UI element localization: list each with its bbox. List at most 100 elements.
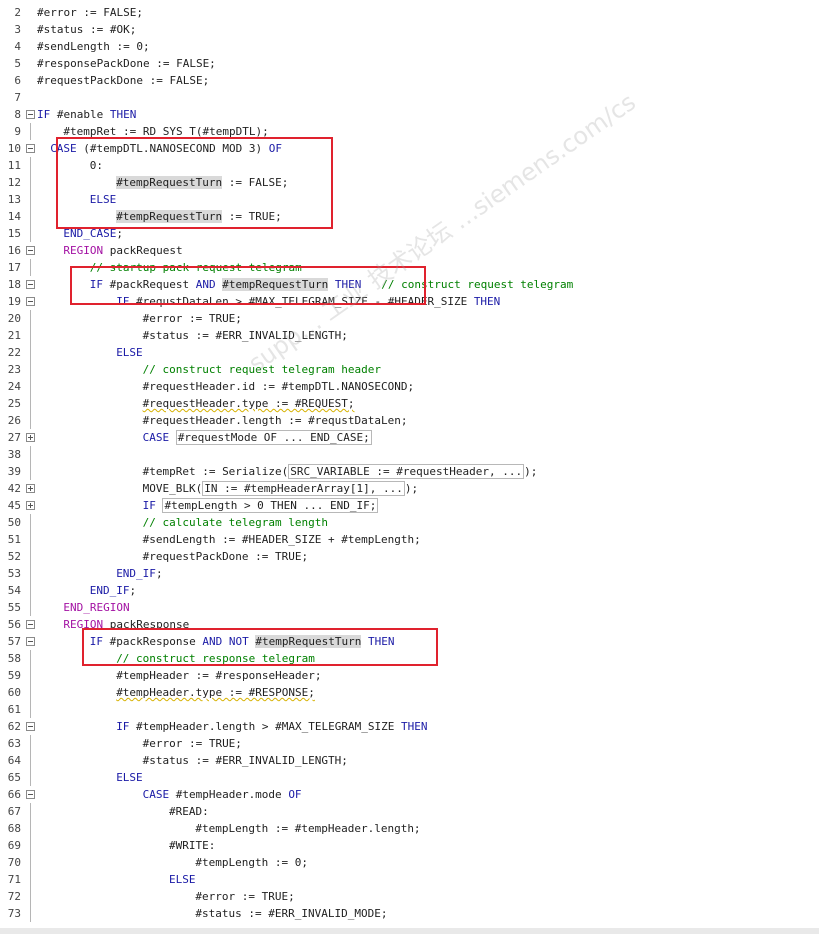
code-text[interactable]: #READ:: [169, 803, 209, 820]
code-text[interactable]: #tempRequestTurn := FALSE;: [116, 174, 288, 191]
code-text[interactable]: #requestPackDone := TRUE;: [143, 548, 309, 565]
code-text[interactable]: #requestHeader.id := #tempDTL.NANOSECOND…: [143, 378, 415, 395]
code-line[interactable]: 64 #status := #ERR_INVALID_LENGTH;: [0, 752, 819, 769]
code-line[interactable]: 68 #tempLength := #tempHeader.length;: [0, 820, 819, 837]
horizontal-scrollbar[interactable]: [0, 928, 819, 934]
code-text[interactable]: #requestHeader.type := #REQUEST;: [143, 395, 355, 412]
code-line[interactable]: 22 ELSE: [0, 344, 819, 361]
code-line[interactable]: 19 IF #requstDataLen > #MAX_TELEGRAM_SIZE…: [0, 293, 819, 310]
code-text[interactable]: CASE (#tempDTL.NANOSECOND MOD 3) OF: [50, 140, 282, 157]
code-line[interactable]: 11 0:: [0, 157, 819, 174]
code-line[interactable]: 57 IF #packResponse AND NOT #tempRequestT…: [0, 633, 819, 650]
code-line[interactable]: 4 #sendLength := 0;: [0, 38, 819, 55]
code-editor[interactable]: 2 #error := FALSE; 3 #status := #OK; 4 #sendL…: [0, 4, 819, 922]
code-line[interactable]: 2 #error := FALSE;: [0, 4, 819, 21]
code-line[interactable]: 25 #requestHeader.type := #REQUEST;: [0, 395, 819, 412]
code-line[interactable]: 60 #tempHeader.type := #RESPONSE;: [0, 684, 819, 701]
code-line[interactable]: 69 #WRITE:: [0, 837, 819, 854]
collapse-fold-icon[interactable]: [26, 790, 35, 799]
code-text[interactable]: END_CASE;: [63, 225, 123, 242]
code-line[interactable]: 10 CASE (#tempDTL.NANOSECOND MOD 3) OF: [0, 140, 819, 157]
code-text[interactable]: ELSE: [116, 769, 143, 786]
collapse-fold-icon[interactable]: [26, 280, 35, 289]
code-line[interactable]: 15 END_CASE;: [0, 225, 819, 242]
code-line[interactable]: 3 #status := #OK;: [0, 21, 819, 38]
code-text[interactable]: #sendLength := 0;: [37, 38, 150, 55]
code-text[interactable]: #requestHeader.length := #requstDataLen;: [143, 412, 408, 429]
collapsed-block[interactable]: #requestMode OF ... END_CASE;: [175, 430, 372, 445]
code-text[interactable]: CASE #requestMode OF ... END_CASE;: [143, 429, 372, 446]
code-line[interactable]: 58 // construct response telegram: [0, 650, 819, 667]
code-text[interactable]: #responsePackDone := FALSE;: [37, 55, 216, 72]
code-text[interactable]: REGION packResponse: [63, 616, 189, 633]
code-line[interactable]: 17 // startup pack request telegram: [0, 259, 819, 276]
code-line[interactable]: 14 #tempRequestTurn := TRUE;: [0, 208, 819, 225]
collapsed-block[interactable]: IN := #tempHeaderArray[1], ...: [202, 481, 405, 496]
code-text[interactable]: IF #enable THEN: [37, 106, 136, 123]
code-text[interactable]: // calculate telegram length: [143, 514, 328, 531]
code-text[interactable]: #status := #ERR_INVALID_MODE;: [195, 905, 387, 922]
code-line[interactable]: 53 END_IF;: [0, 565, 819, 582]
expand-fold-icon[interactable]: [26, 501, 35, 510]
code-line[interactable]: 8 IF #enable THEN: [0, 106, 819, 123]
code-text[interactable]: END_REGION: [63, 599, 129, 616]
code-line[interactable]: 61: [0, 701, 819, 718]
code-line[interactable]: 59 #tempHeader := #responseHeader;: [0, 667, 819, 684]
code-text[interactable]: #error := TRUE;: [143, 735, 242, 752]
code-text[interactable]: #tempRet := RD_SYS_T(#tempDTL);: [63, 123, 268, 140]
collapse-fold-icon[interactable]: [26, 722, 35, 731]
code-text[interactable]: IF #packRequest AND #tempRequestTurn THE…: [90, 276, 573, 293]
code-text[interactable]: IF #requstDataLen > #MAX_TELEGRAM_SIZE -…: [116, 293, 500, 310]
code-line[interactable]: 70 #tempLength := 0;: [0, 854, 819, 871]
code-text[interactable]: #sendLength := #HEADER_SIZE + #tempLengt…: [143, 531, 421, 548]
code-text[interactable]: #tempLength := 0;: [195, 854, 308, 871]
code-line[interactable]: 39 #tempRet := Serialize(SRC_VARIABLE := …: [0, 463, 819, 480]
code-text[interactable]: // construct response telegram: [116, 650, 315, 667]
code-text[interactable]: #tempRequestTurn := TRUE;: [116, 208, 282, 225]
collapse-fold-icon[interactable]: [26, 637, 35, 646]
code-line[interactable]: 16 REGION packRequest: [0, 242, 819, 259]
code-text[interactable]: ELSE: [169, 871, 196, 888]
collapse-fold-icon[interactable]: [26, 620, 35, 629]
code-line[interactable]: 65 ELSE: [0, 769, 819, 786]
code-line[interactable]: 26 #requestHeader.length := #requstDataLe…: [0, 412, 819, 429]
code-line[interactable]: 5 #responsePackDone := FALSE;: [0, 55, 819, 72]
code-text[interactable]: ELSE: [90, 191, 117, 208]
code-line[interactable]: 71 ELSE: [0, 871, 819, 888]
collapse-fold-icon[interactable]: [26, 246, 35, 255]
code-text[interactable]: #error := FALSE;: [37, 4, 143, 21]
code-line[interactable]: 55 END_REGION: [0, 599, 819, 616]
code-text[interactable]: #error := TRUE;: [143, 310, 242, 327]
code-line[interactable]: 54 END_IF;: [0, 582, 819, 599]
code-text[interactable]: ELSE: [116, 344, 143, 361]
code-text[interactable]: END_IF;: [90, 582, 136, 599]
collapsed-block[interactable]: SRC_VARIABLE := #requestHeader, ...: [288, 464, 525, 479]
expand-fold-icon[interactable]: [26, 484, 35, 493]
collapsed-block[interactable]: #tempLength > 0 THEN ... END_IF;: [162, 498, 379, 513]
code-text[interactable]: #tempLength := #tempHeader.length;: [195, 820, 420, 837]
code-text[interactable]: #WRITE:: [169, 837, 215, 854]
code-line[interactable]: 18 IF #packRequest AND #tempRequestTurn T…: [0, 276, 819, 293]
code-text[interactable]: IF #packResponse AND NOT #tempRequestTur…: [90, 633, 394, 650]
code-line[interactable]: 63 #error := TRUE;: [0, 735, 819, 752]
code-text[interactable]: CASE #tempHeader.mode OF: [143, 786, 302, 803]
code-line[interactable]: 51 #sendLength := #HEADER_SIZE + #tempLen…: [0, 531, 819, 548]
code-text[interactable]: REGION packRequest: [63, 242, 182, 259]
code-text[interactable]: IF #tempHeader.length > #MAX_TELEGRAM_SI…: [116, 718, 427, 735]
expand-fold-icon[interactable]: [26, 433, 35, 442]
code-text[interactable]: #tempHeader.type := #RESPONSE;: [116, 684, 315, 701]
code-line[interactable]: 72 #error := TRUE;: [0, 888, 819, 905]
code-text[interactable]: #error := TRUE;: [195, 888, 294, 905]
code-line[interactable]: 62 IF #tempHeader.length > #MAX_TELEGRAM_…: [0, 718, 819, 735]
code-line[interactable]: 45 IF #tempLength > 0 THEN ... END_IF;: [0, 497, 819, 514]
code-line[interactable]: 20 #error := TRUE;: [0, 310, 819, 327]
code-line[interactable]: 56 REGION packResponse: [0, 616, 819, 633]
code-text[interactable]: // startup pack request telegram: [90, 259, 302, 276]
code-line[interactable]: 21 #status := #ERR_INVALID_LENGTH;: [0, 327, 819, 344]
code-line[interactable]: 66 CASE #tempHeader.mode OF: [0, 786, 819, 803]
code-line[interactable]: 7: [0, 89, 819, 106]
collapse-fold-icon[interactable]: [26, 144, 35, 153]
code-text[interactable]: #status := #ERR_INVALID_LENGTH;: [143, 752, 348, 769]
code-line[interactable]: 73 #status := #ERR_INVALID_MODE;: [0, 905, 819, 922]
collapse-fold-icon[interactable]: [26, 110, 35, 119]
